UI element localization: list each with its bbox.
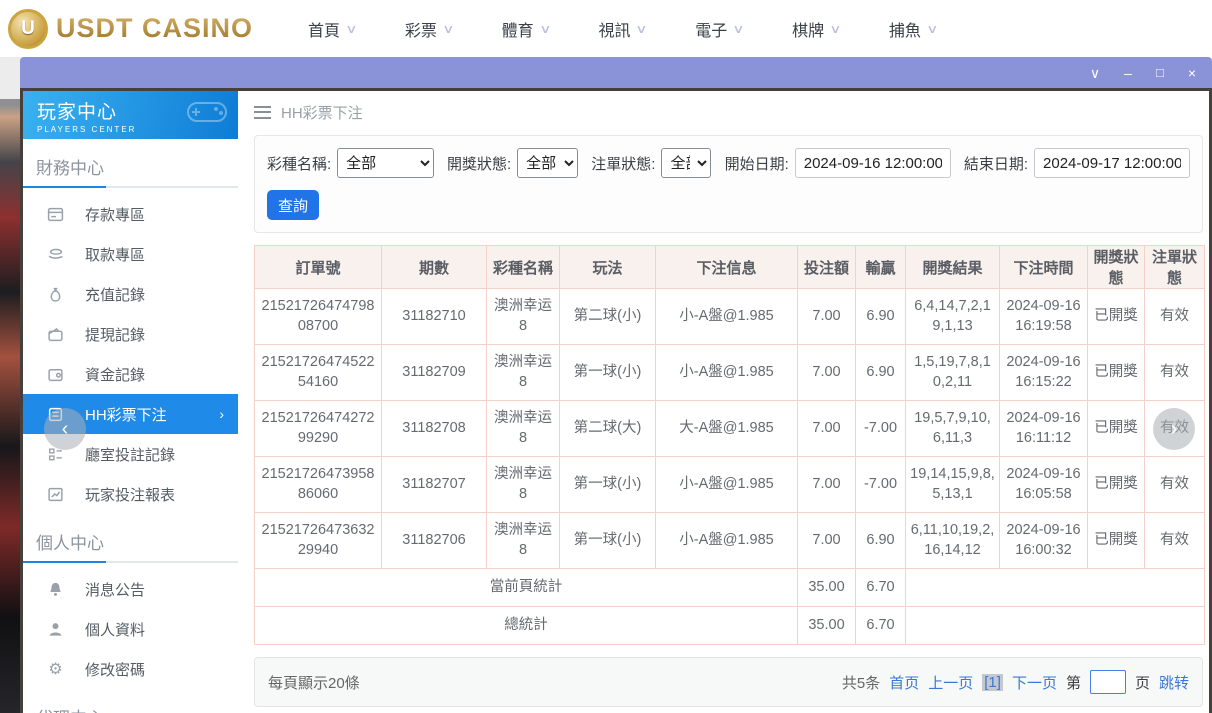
chevron-right-icon: › — [219, 406, 224, 422]
nav-item-fishing[interactable]: 捕魚∨ — [889, 17, 937, 41]
order-status-select[interactable]: 全部 — [661, 148, 711, 178]
lottery-name-select[interactable]: 全部 — [337, 148, 434, 178]
first-page-link[interactable]: 首页 — [889, 672, 919, 693]
end-date-label: 結束日期: — [964, 153, 1028, 174]
window-titlebar: ∨ – □ × — [20, 57, 1212, 88]
sidebar-item-recharge-record[interactable]: 充值記錄 — [23, 274, 238, 314]
chevron-down-icon: ∨ — [926, 22, 938, 36]
bets-table: 訂單號 期數 彩種名稱 玩法 下注信息 投注額 輸贏 開獎結果 下注時間 開獎狀… — [254, 245, 1205, 645]
chevron-down-icon: ∨ — [636, 22, 648, 36]
chevron-down-icon: ∨ — [442, 22, 454, 36]
total-count: 共5条 — [842, 672, 880, 693]
gamepad-icon — [184, 95, 230, 127]
nav-item-video[interactable]: 視訊∨ — [598, 17, 646, 41]
funds-icon — [47, 366, 64, 383]
players-center-header: 玩家中心 PLAYERS CENTER — [23, 91, 238, 139]
section-agent-center: 代理中心 — [23, 689, 238, 713]
carousel-left-arrow[interactable]: ‹ — [44, 408, 86, 450]
table-row: 2152172647479808700 31182710 澳洲幸运8 第二球(小… — [255, 289, 1205, 345]
sidebar-item-funds-record[interactable]: 資金記錄 — [23, 354, 238, 394]
chevron-down-icon: ∨ — [829, 22, 841, 36]
nav-item-sports[interactable]: 體育∨ — [502, 17, 550, 41]
pagination-bar: 每頁顯示20條 共5条 首页 上一页 [1] 下一页 第 页 跳转 — [254, 657, 1203, 707]
page-summary-winloss: 6.70 — [856, 569, 906, 607]
total-summary-row: 總統計 35.00 6.70 — [255, 607, 1205, 645]
brand-logo[interactable]: U USDT CASINO — [8, 9, 253, 49]
coin-logo-icon: U — [8, 9, 48, 49]
jump-button[interactable]: 跳转 — [1159, 672, 1189, 693]
nav-item-home[interactable]: 首頁∨ — [308, 17, 356, 41]
table-row: 2152172647427299290 31182708 澳洲幸运8 第二球(大… — [255, 401, 1205, 457]
next-page-link[interactable]: 下一页 — [1012, 672, 1057, 693]
start-date-input[interactable] — [795, 148, 951, 178]
total-summary-label: 總統計 — [255, 607, 798, 645]
background-photo-strip — [0, 57, 22, 713]
chevron-down-icon: ∨ — [345, 22, 357, 36]
table-row: 2152172647395886060 31182707 澳洲幸运8 第一球(小… — [255, 457, 1205, 513]
table-header-row: 訂單號 期數 彩種名稱 玩法 下注信息 投注額 輸贏 開獎結果 下注時間 開獎狀… — [255, 246, 1205, 289]
window-collapse-button[interactable]: ∨ — [1090, 66, 1100, 80]
end-date-input[interactable] — [1034, 148, 1190, 178]
prev-page-link[interactable]: 上一页 — [928, 672, 973, 693]
section-divider — [23, 186, 238, 188]
chevron-down-icon: ∨ — [539, 22, 551, 36]
carousel-right-arrow[interactable]: › — [1153, 408, 1195, 450]
nav-item-slots[interactable]: 電子∨ — [695, 17, 743, 41]
gear-icon: ⚙ — [47, 661, 64, 678]
table-row: 2152172647363229940 31182706 澳洲幸运8 第一球(小… — [255, 513, 1205, 569]
table-row: 2152172647452254160 31182709 澳洲幸运8 第一球(小… — [255, 345, 1205, 401]
page-title: HH彩票下注 — [281, 102, 363, 123]
order-status-label: 注單狀態: — [591, 153, 655, 174]
start-date-label: 開始日期: — [725, 153, 789, 174]
chevron-down-icon: ∨ — [733, 22, 745, 36]
main-content: HH彩票下注 彩種名稱: 全部 開獎狀態: 全部 注單狀態: 全部 — [238, 91, 1209, 713]
window-maximize-button[interactable]: □ — [1156, 66, 1164, 79]
jump-page-input[interactable] — [1090, 670, 1126, 694]
lottery-name-label: 彩種名稱: — [267, 153, 331, 174]
deposit-icon — [47, 206, 64, 223]
section-divider — [23, 561, 238, 563]
filter-panel: 彩種名稱: 全部 開獎狀態: 全部 注單狀態: 全部 開始日期: — [254, 135, 1203, 233]
recharge-icon — [47, 286, 64, 303]
nav-item-cards[interactable]: 棋牌∨ — [792, 17, 840, 41]
sidebar-item-withdraw[interactable]: 取款專區 — [23, 234, 238, 274]
sidebar-item-change-password[interactable]: ⚙ 修改密碼 — [23, 649, 238, 689]
withdraw-icon — [47, 246, 64, 263]
page-summary-row: 當前頁統計 35.00 6.70 — [255, 569, 1205, 607]
section-finance-center: 財務中心 — [23, 139, 238, 186]
current-page-badge: [1] — [982, 674, 1003, 691]
sidebar-item-profile[interactable]: 個人資料 — [23, 609, 238, 649]
total-summary-winloss: 6.70 — [856, 607, 906, 645]
nav-item-lottery[interactable]: 彩票∨ — [405, 17, 453, 41]
sidebar-item-deposit[interactable]: 存款專區 — [23, 194, 238, 234]
cashout-icon — [47, 326, 64, 343]
brand-name: USDT CASINO — [56, 13, 253, 44]
page-summary-label: 當前頁統計 — [255, 569, 798, 607]
sidebar-item-announcements[interactable]: 消息公告 — [23, 569, 238, 609]
sidebar: 玩家中心 PLAYERS CENTER 財務中心 存款專區 — [23, 91, 238, 713]
menu-toggle-icon[interactable] — [254, 106, 271, 119]
profile-icon — [47, 621, 64, 638]
site-top-nav: U USDT CASINO 首頁∨ 彩票∨ 體育∨ 視訊∨ 電子∨ 棋牌∨ 捕魚… — [0, 0, 1212, 57]
window-minimize-button[interactable]: – — [1124, 66, 1132, 80]
draw-status-label: 開獎狀態: — [447, 153, 511, 174]
page-summary-bet: 35.00 — [798, 569, 856, 607]
report-icon — [47, 486, 64, 503]
window-close-button[interactable]: × — [1188, 66, 1196, 80]
nav-items: 首頁∨ 彩票∨ 體育∨ 視訊∨ 電子∨ 棋牌∨ 捕魚∨ — [308, 17, 937, 41]
bell-icon — [47, 581, 64, 598]
sidebar-item-cashout-record[interactable]: 提現記錄 — [23, 314, 238, 354]
jump-prefix: 第 — [1066, 672, 1081, 693]
breadcrumb: HH彩票下注 — [254, 91, 1203, 127]
page-size-label: 每頁顯示20條 — [268, 672, 360, 693]
total-summary-bet: 35.00 — [798, 607, 856, 645]
sidebar-item-player-bet-report[interactable]: 玩家投注報表 — [23, 474, 238, 514]
jump-suffix: 页 — [1135, 672, 1150, 693]
search-button[interactable]: 查詢 — [267, 190, 319, 220]
draw-status-select[interactable]: 全部 — [517, 148, 578, 178]
player-center-window: ∨ – □ × 玩家中心 PLAYERS CENTER 財務中心 — [20, 57, 1212, 713]
section-personal-center: 個人中心 — [23, 514, 238, 561]
